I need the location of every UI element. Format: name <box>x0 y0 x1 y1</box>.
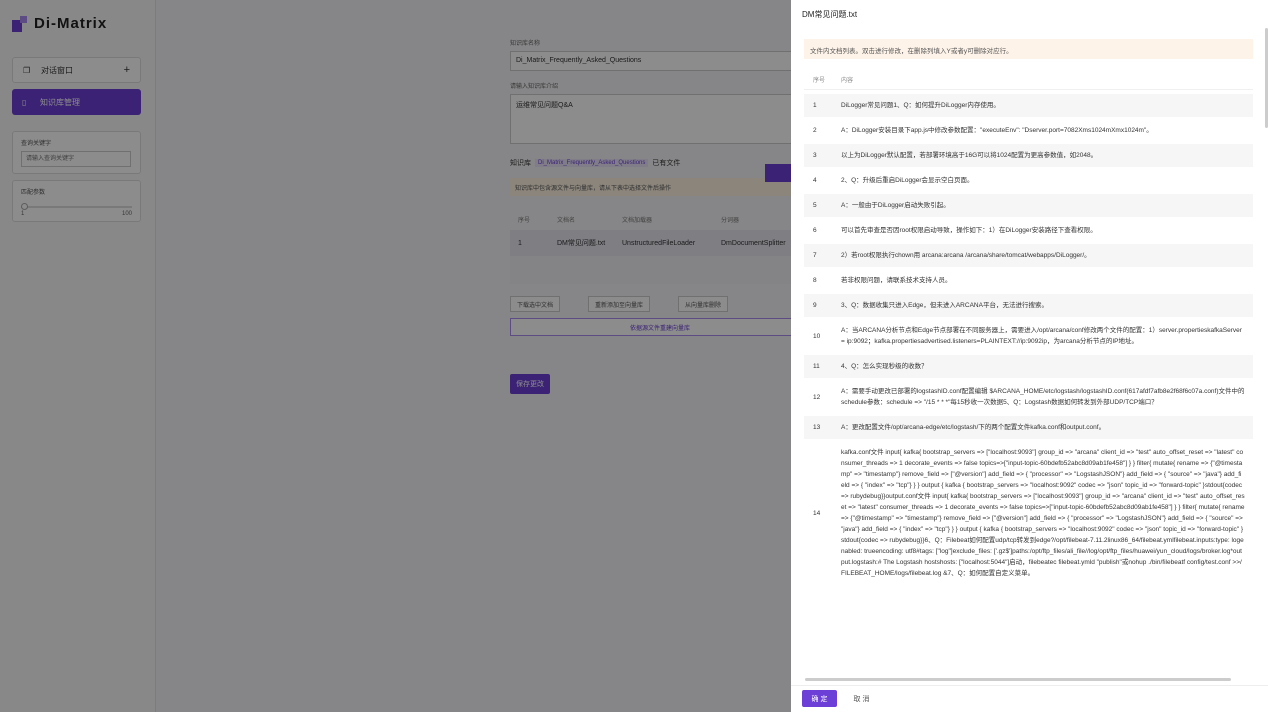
row-number: 8 <box>813 277 817 284</box>
row-number: 14 <box>813 509 821 517</box>
table-row[interactable]: 3 以上为DiLogger默认配置，若部署环境高于16G可以将1024配置为更高参… <box>804 144 1253 169</box>
row-number: 1 <box>813 102 817 109</box>
table-row[interactable]: 14 kafka.conf文件 input{ kafka{ bootstrap_s… <box>804 441 1253 587</box>
row-number: 11 <box>813 363 820 370</box>
table-row[interactable]: 9 3、Q：数据收集只进入Edge，但未进入ARCANA平台，无法进行搜索。 <box>804 294 1253 319</box>
doc-table-body: 1 DiLogger常见问题1、Q：如何提升DiLogger内存使用。 2 A：DiL… <box>804 94 1253 678</box>
col-no-header: 序号 <box>813 78 826 84</box>
row-content[interactable]: DiLogger常见问题1、Q：如何提升DiLogger内存使用。 <box>841 94 1253 117</box>
row-content[interactable]: A：更改配置文件/opt/arcana-edge/etc/logstash/下的… <box>841 416 1253 439</box>
table-row[interactable]: 6 可以首先审查是否因root权限启动导致，操作如下：1）在DiLogger安装路… <box>804 219 1253 244</box>
horizontal-scrollbar[interactable] <box>805 678 1231 681</box>
table-row[interactable]: 7 2）若root权限执行chown用 arcana:arcana /arcana… <box>804 244 1253 269</box>
row-content[interactable]: 3、Q：数据收集只进入Edge，但未进入ARCANA平台，无法进行搜索。 <box>841 294 1253 317</box>
row-number: 2 <box>813 127 817 134</box>
row-number: 10 <box>813 332 821 340</box>
row-content[interactable]: A：需要手动更改已部署的logstashID.conf配置编辑 $ARCANA_… <box>841 380 1253 414</box>
row-number: 5 <box>813 202 817 209</box>
doc-table-header: 序号 内容 <box>804 70 1253 90</box>
table-row[interactable]: 11 4、Q：怎么实现秒级的收数？ <box>804 355 1253 380</box>
row-content[interactable]: 若非权限问题，请联系技术支持人员。 <box>841 269 1253 292</box>
table-row[interactable]: 1 DiLogger常见问题1、Q：如何提升DiLogger内存使用。 <box>804 94 1253 119</box>
row-number: 7 <box>813 252 817 259</box>
table-row[interactable]: 8 若非权限问题，请联系技术支持人员。 <box>804 269 1253 294</box>
row-number: 12 <box>813 393 821 401</box>
row-number: 6 <box>813 227 817 234</box>
row-number: 13 <box>813 424 821 431</box>
row-content[interactable]: 4、Q：怎么实现秒级的收数？ <box>841 355 1253 378</box>
file-drawer: DM常见问题.txt 文件内文档列表。双击进行修改，在删除列填入Y或者y可删除对… <box>791 0 1268 712</box>
row-number: 4 <box>813 177 817 184</box>
cancel-button[interactable]: 取 消 <box>844 690 879 707</box>
table-row[interactable]: 12 A：需要手动更改已部署的logstashID.conf配置编辑 $ARCAN… <box>804 380 1253 416</box>
row-content[interactable]: kafka.conf文件 input{ kafka{ bootstrap_ser… <box>841 441 1253 585</box>
row-number: 9 <box>813 302 817 309</box>
drawer-title: DM常见问题.txt <box>802 10 858 19</box>
row-content[interactable]: 可以首先审查是否因root权限启动导致，操作如下：1）在DiLogger安装路径… <box>841 219 1253 242</box>
table-row[interactable]: 4 2、Q：升级后重启DiLogger会显示空白页面。 <box>804 169 1253 194</box>
row-content[interactable]: A：一般由于DiLogger启动失败引起。 <box>841 194 1253 217</box>
table-row[interactable]: 10 A：当ARCANA分析节点和Edge节点部署在不同服务器上，需要进入/opt… <box>804 319 1253 355</box>
row-content[interactable]: 2）若root权限执行chown用 arcana:arcana /arcana/… <box>841 244 1253 267</box>
row-content[interactable]: 2、Q：升级后重启DiLogger会显示空白页面。 <box>841 169 1253 192</box>
row-content[interactable]: 以上为DiLogger默认配置，若部署环境高于16G可以将1024配置为更高参数… <box>841 144 1253 167</box>
row-content[interactable]: A：当ARCANA分析节点和Edge节点部署在不同服务器上，需要进入/opt/a… <box>841 319 1253 353</box>
col-content-header: 内容 <box>841 78 854 84</box>
table-row[interactable]: 13 A：更改配置文件/opt/arcana-edge/etc/logstash/… <box>804 416 1253 441</box>
hint-banner: 文件内文档列表。双击进行修改，在删除列填入Y或者y可删除对应行。 <box>804 39 1253 59</box>
table-row[interactable]: 2 A：DiLogger安装目录下app.js中修改参数配置："executeEn… <box>804 119 1253 144</box>
confirm-button[interactable]: 确 定 <box>802 690 837 707</box>
drawer-footer: 确 定 取 消 <box>791 685 1268 712</box>
row-number: 3 <box>813 152 817 159</box>
row-content[interactable]: A：DiLogger安装目录下app.js中修改参数配置："executeEnv… <box>841 119 1253 142</box>
table-row[interactable]: 5 A：一般由于DiLogger启动失败引起。 <box>804 194 1253 219</box>
